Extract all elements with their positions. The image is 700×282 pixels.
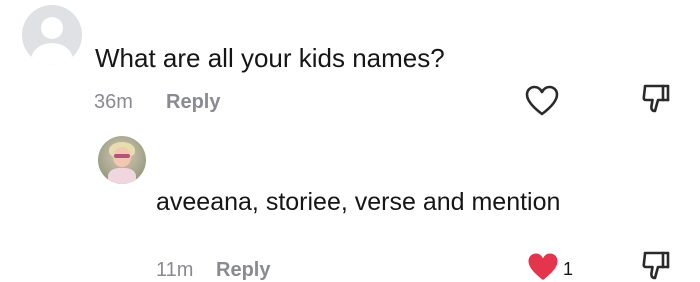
replier-avatar[interactable]	[98, 136, 146, 184]
reply-timestamp: 11m	[156, 259, 194, 281]
heart-filled-icon[interactable]	[527, 252, 559, 282]
like-count: 1	[563, 259, 574, 279]
reply-reply-button[interactable]: Reply	[216, 258, 270, 282]
avatar-head-shape	[41, 17, 63, 39]
reply-text: aveeana, storiee, verse and mention	[156, 188, 561, 216]
heart-outline-icon[interactable]	[525, 85, 559, 117]
avatar-shoulders-shape	[31, 43, 73, 65]
sunglasses-shape	[114, 154, 130, 158]
thumbs-down-icon[interactable]	[641, 250, 671, 282]
commenter-avatar[interactable]	[22, 5, 82, 65]
thumbs-down-icon[interactable]	[641, 83, 671, 115]
avatar-dress-shape	[108, 168, 136, 184]
comment-text: What are all your kids names?	[95, 43, 445, 73]
comment-timestamp: 36m	[94, 91, 133, 113]
comment-reply-button[interactable]: Reply	[166, 90, 220, 114]
